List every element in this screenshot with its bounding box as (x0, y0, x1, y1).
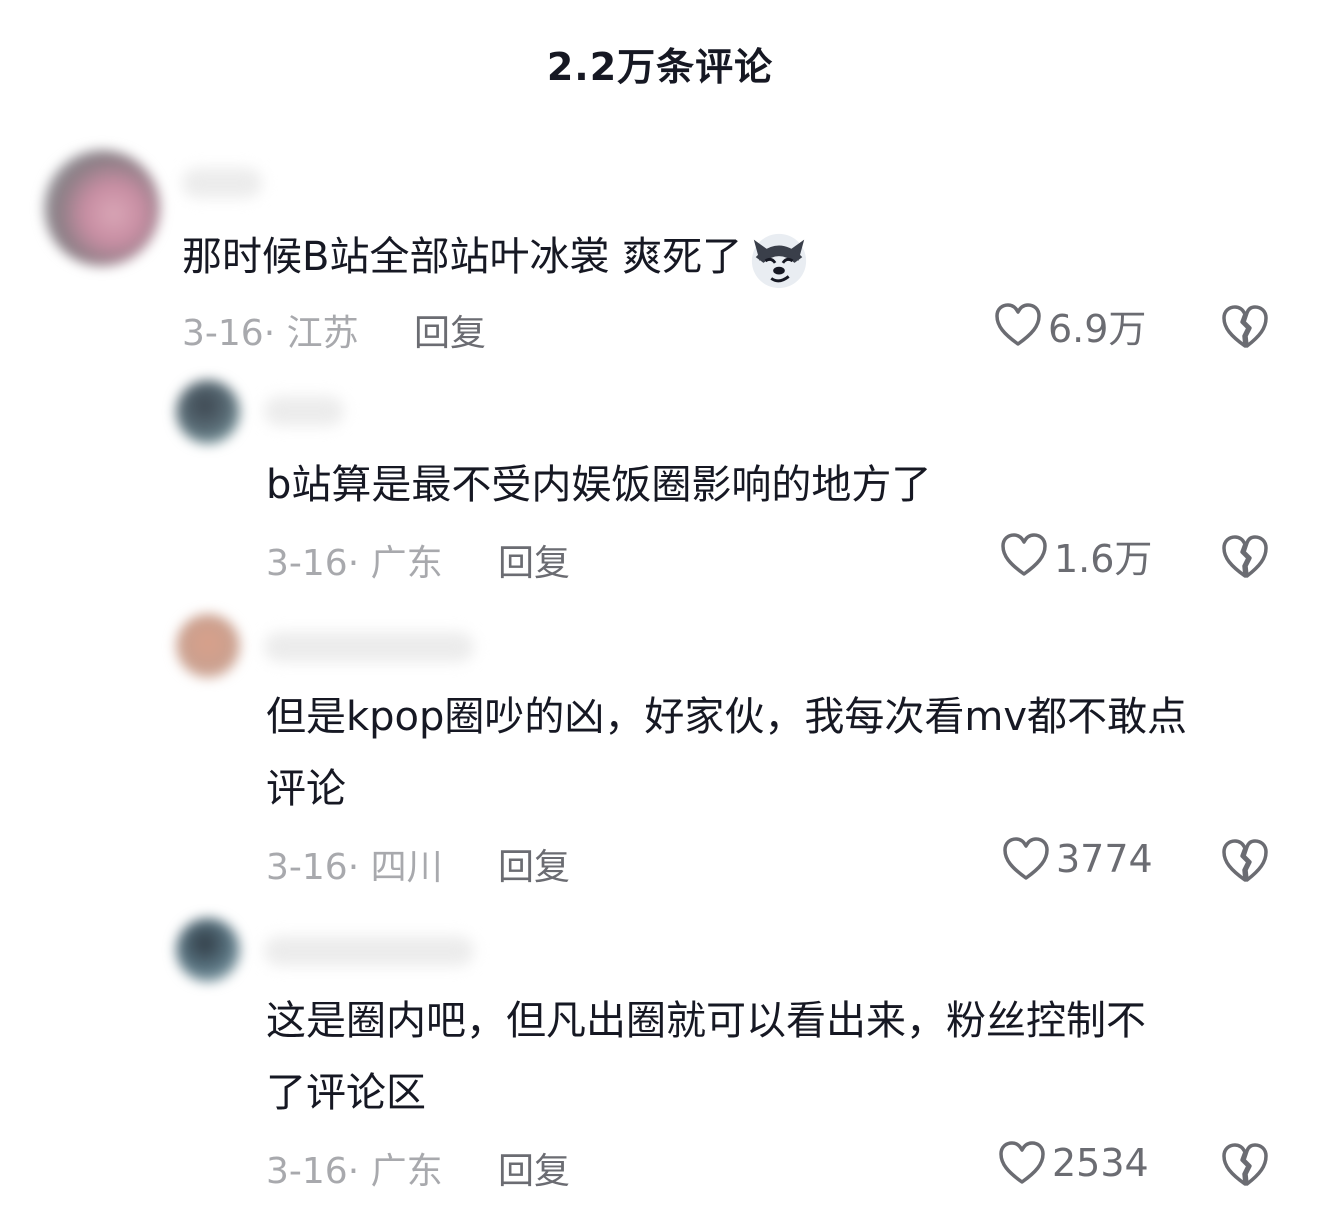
heart-outline-icon (1001, 533, 1047, 576)
reply-button[interactable]: 回复 (498, 534, 570, 586)
broken-heart-icon[interactable] (1220, 532, 1270, 582)
broken-heart-icon[interactable] (1220, 302, 1270, 352)
like-button[interactable]: 3774 (1002, 834, 1153, 884)
comments-count-title: 2.2万条评论 (546, 45, 774, 89)
comment-text-content: 那时候B站全部站叶冰裳 爽死了 (182, 234, 743, 280)
like-button[interactable]: 6.9万 (994, 300, 1147, 351)
comment-text: b站算是最不受内娱饭圈影响的地方了 (266, 462, 932, 508)
comment-date-location: 3-16· 广东 (266, 543, 443, 584)
heart-outline-icon (995, 303, 1041, 346)
avatar[interactable] (176, 918, 240, 982)
avatar[interactable] (44, 150, 160, 266)
comment-text-line1: 但是kpop圈吵的凶，好家伙，我每次看mv都不敢点 (266, 694, 1188, 740)
username-blurred[interactable] (264, 396, 344, 426)
like-button[interactable]: 2534 (998, 1138, 1149, 1188)
like-button[interactable]: 1.6万 (1000, 530, 1153, 581)
comment-text-line1: 这是圈内吧，但凡出圈就可以看出来，粉丝控制不 (266, 998, 1146, 1044)
comment-date-location: 3-16· 四川 (266, 847, 443, 888)
like-count: 1.6万 (1054, 536, 1153, 581)
username-blurred[interactable] (182, 168, 262, 198)
avatar[interactable] (176, 380, 240, 444)
broken-heart-icon[interactable] (1220, 1140, 1270, 1190)
like-count: 6.9万 (1048, 306, 1147, 351)
comment-date-location: 3-16· 广东 (266, 1151, 443, 1192)
husky-smirk-emoji (752, 233, 807, 289)
avatar[interactable] (176, 614, 240, 678)
like-count: 3774 (1056, 837, 1153, 881)
heart-outline-icon (999, 1141, 1045, 1184)
comment-text-line2: 评论 (266, 766, 346, 812)
username-blurred[interactable] (264, 936, 474, 966)
comment-text: 那时候B站全部站叶冰裳 爽死了 (182, 220, 810, 294)
comment-text-line2: 了评论区 (266, 1070, 426, 1116)
reply-button[interactable]: 回复 (414, 304, 486, 356)
comment-date-location: 3-16· 江苏 (182, 313, 359, 354)
username-blurred[interactable] (264, 632, 474, 662)
broken-heart-icon[interactable] (1220, 836, 1270, 886)
like-count: 2534 (1052, 1141, 1149, 1185)
heart-outline-icon (1003, 837, 1049, 880)
reply-button[interactable]: 回复 (498, 838, 570, 890)
reply-button[interactable]: 回复 (498, 1142, 570, 1194)
